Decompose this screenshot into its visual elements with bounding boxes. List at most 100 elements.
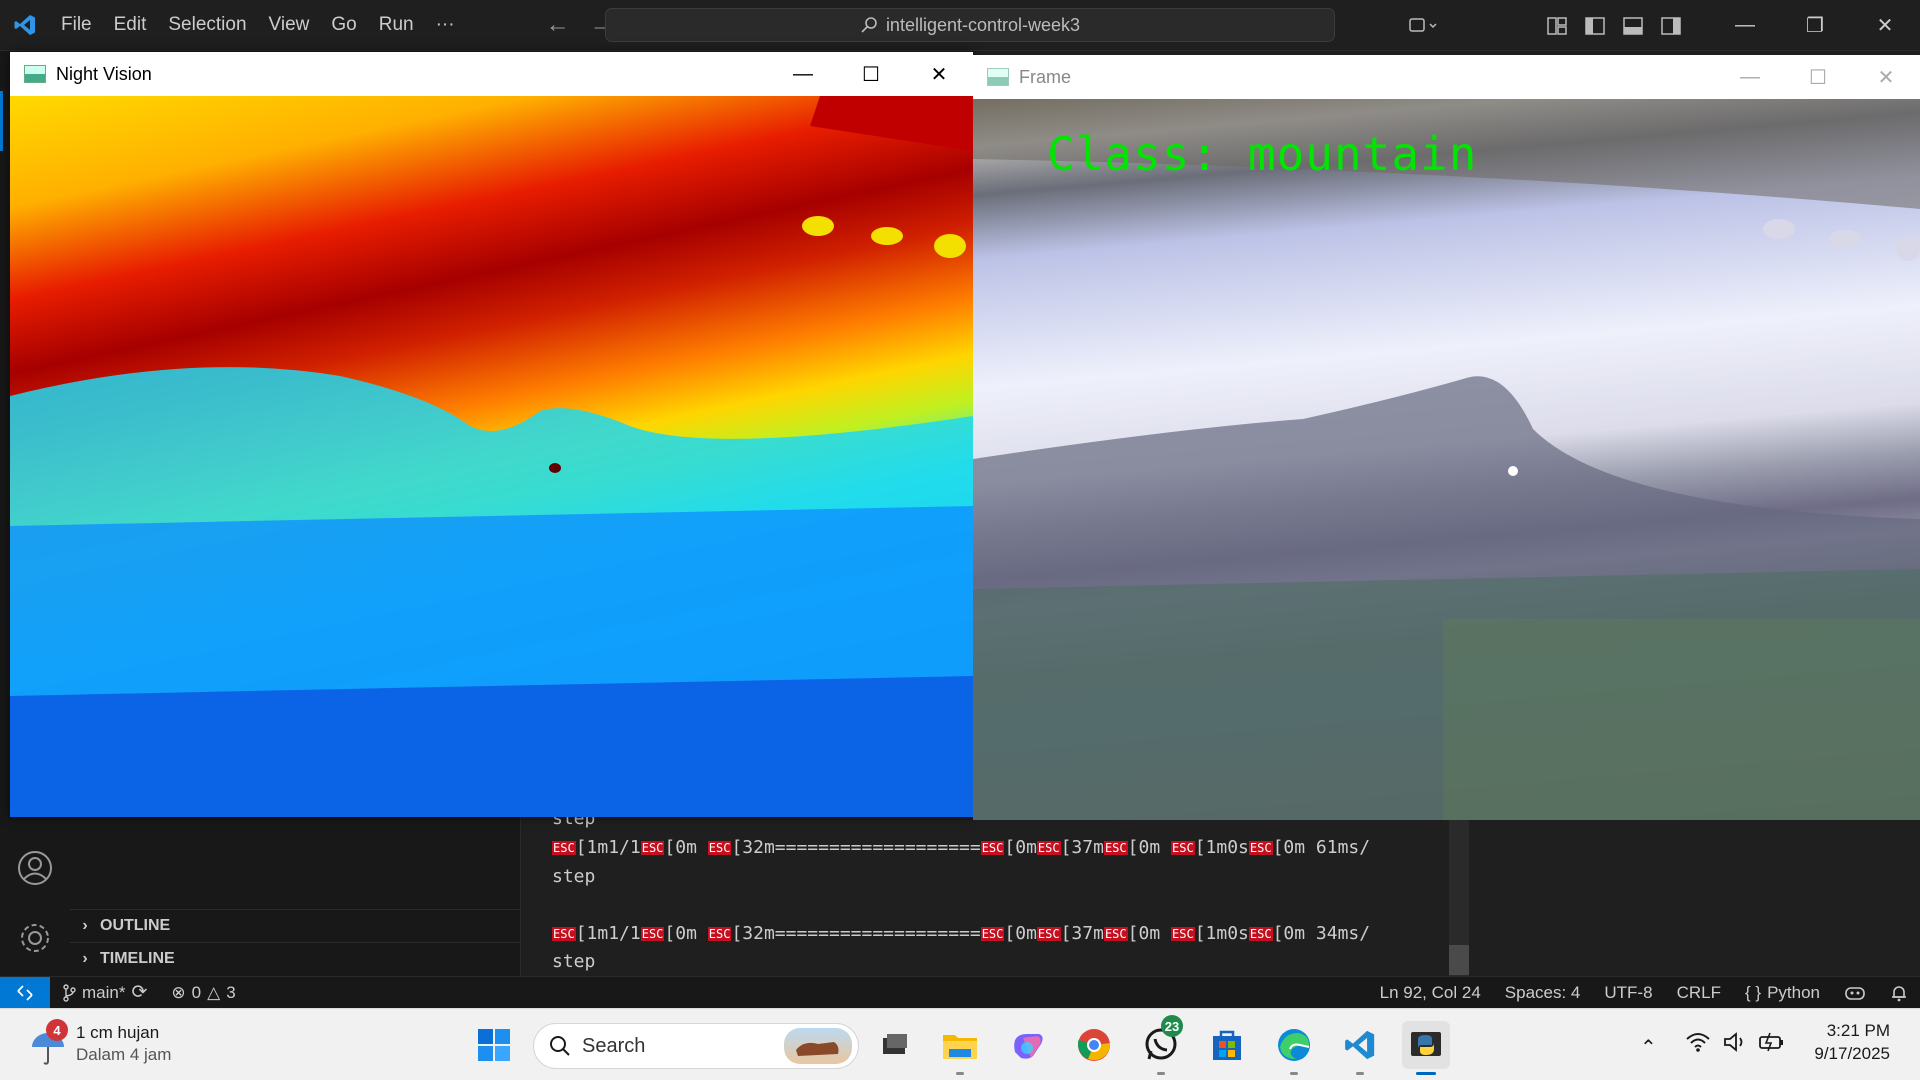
close-button[interactable]: ✕ <box>1852 55 1920 99</box>
terminal-text: [1m1/1 <box>575 923 641 944</box>
language-mode[interactable]: { } Python <box>1733 977 1832 1009</box>
branch-name: main* <box>82 982 126 1002</box>
frame-titlebar[interactable]: Frame — ☐ ✕ <box>973 55 1920 99</box>
terminal-scrollbar-thumb[interactable] <box>1449 945 1469 975</box>
search-placeholder: Search <box>582 1034 646 1057</box>
running-indicator <box>1157 1072 1165 1075</box>
esc-marker: ESC <box>1103 927 1128 941</box>
remote-indicator-icon[interactable] <box>0 976 50 1009</box>
restore-button[interactable]: ❐ <box>1780 0 1850 51</box>
braces-icon: { } <box>1744 983 1762 1002</box>
frame-title: Frame <box>1019 66 1072 87</box>
sync-icon[interactable]: ⟳ <box>131 981 147 1004</box>
notifications-bell-icon[interactable] <box>1878 977 1920 1009</box>
terminal-text: [0m 61ms/ <box>1272 837 1371 858</box>
whatsapp-badge: 23 <box>1161 1015 1183 1037</box>
menu-edit[interactable]: Edit <box>103 0 158 51</box>
start-button[interactable] <box>470 1021 518 1069</box>
running-indicator <box>1290 1072 1298 1075</box>
error-icon: ⊗ <box>171 982 186 1002</box>
cursor-position[interactable]: Ln 92, Col 24 <box>1368 977 1493 1009</box>
esc-marker: ESC <box>640 927 665 941</box>
terminal-line: step <box>552 866 596 887</box>
system-clock[interactable]: 3:21 PM 9/17/2025 <box>1814 1019 1890 1065</box>
night-vision-title: Night Vision <box>56 63 152 84</box>
close-button[interactable]: ✕ <box>905 52 973 96</box>
window-app-icon <box>24 65 46 83</box>
accounts-icon[interactable] <box>16 849 54 892</box>
clock-date: 9/17/2025 <box>1814 1044 1890 1063</box>
toggle-primary-sidebar-icon[interactable] <box>1576 0 1614 51</box>
menu-view[interactable]: View <box>258 0 321 51</box>
error-count: 0 <box>191 982 202 1002</box>
command-center-search[interactable]: intelligent-control-week3 <box>605 8 1335 42</box>
taskbar: 4 1 cm hujan Dalam 4 jam Search 23 ⌃ 3:2… <box>0 1008 1920 1080</box>
terminal-text: [1m0s <box>1194 923 1249 944</box>
terminal-text: [0m 34ms/ <box>1272 923 1371 944</box>
terminal-text: [0m <box>1004 837 1037 858</box>
menu-selection[interactable]: Selection <box>157 0 257 51</box>
terminal-text: [32m=================== <box>731 837 981 858</box>
minimize-button[interactable]: — <box>1716 55 1784 99</box>
class-label: Class: mountain <box>1047 127 1478 181</box>
menu-go[interactable]: Go <box>320 0 367 51</box>
night-vision-image <box>10 96 973 817</box>
line-ending[interactable]: CRLF <box>1665 977 1733 1009</box>
copilot-icon[interactable] <box>1393 0 1453 51</box>
menu-run[interactable]: Run <box>368 0 425 51</box>
chevron-up-icon[interactable]: ⌃ <box>1640 1035 1657 1060</box>
copilot-app-icon[interactable] <box>1004 1021 1052 1069</box>
terminal-text: [0m <box>664 923 708 944</box>
esc-marker: ESC <box>1171 841 1195 855</box>
settings-gear-icon[interactable] <box>16 919 54 962</box>
language-label: Python <box>1767 983 1820 1002</box>
running-indicator <box>1356 1072 1364 1075</box>
section-outline[interactable]: › OUTLINE <box>70 909 521 941</box>
esc-marker: ESC <box>980 841 1005 855</box>
python-taskbar-icon[interactable] <box>1402 1021 1450 1075</box>
problems-indicator[interactable]: ⊗ 0 △ 3 <box>159 977 247 1009</box>
minimize-button[interactable]: — <box>769 52 837 96</box>
weather-widget[interactable]: 4 1 cm hujan Dalam 4 jam <box>22 1019 222 1069</box>
menu-file[interactable]: File <box>50 0 103 51</box>
chrome-icon[interactable] <box>1070 1021 1118 1069</box>
active-app-indicator <box>1416 1072 1436 1075</box>
indentation[interactable]: Spaces: 4 <box>1493 977 1593 1009</box>
night-vision-titlebar[interactable]: Night Vision — ☐ ✕ <box>10 52 973 96</box>
edge-icon[interactable] <box>1270 1021 1318 1075</box>
wifi-icon[interactable] <box>1685 1031 1711 1058</box>
vscode-taskbar-icon[interactable] <box>1336 1021 1384 1075</box>
night-vision-window[interactable]: Night Vision — ☐ ✕ <box>10 52 973 817</box>
terminal-line: step <box>552 951 596 972</box>
menu-more[interactable]: ··· <box>425 0 466 51</box>
task-view-icon[interactable] <box>870 1021 918 1069</box>
status-bar: main* ⟳ ⊗ 0 △ 3 Ln 92, Col 24 Spaces: 4 … <box>0 976 1920 1009</box>
section-timeline[interactable]: › TIMELINE <box>70 942 521 974</box>
back-arrow-icon[interactable]: ← <box>536 11 580 39</box>
weather-line2: Dalam 4 jam <box>76 1045 172 1064</box>
toggle-secondary-sidebar-icon[interactable] <box>1652 0 1690 51</box>
maximize-button[interactable]: ☐ <box>837 52 905 96</box>
taskbar-search[interactable]: Search <box>533 1023 859 1069</box>
esc-marker: ESC <box>980 927 1005 941</box>
microsoft-store-icon[interactable] <box>1203 1021 1251 1069</box>
battery-icon[interactable] <box>1758 1031 1786 1058</box>
clock-time: 3:21 PM <box>1826 1021 1890 1040</box>
encoding[interactable]: UTF-8 <box>1592 977 1664 1009</box>
copilot-status-icon[interactable] <box>1832 977 1878 1009</box>
file-explorer-icon[interactable] <box>936 1021 984 1075</box>
toggle-panel-icon[interactable] <box>1614 0 1652 51</box>
frame-window[interactable]: Frame — ☐ ✕ Class: mountain <box>973 55 1920 820</box>
search-icon <box>550 1036 570 1056</box>
git-branch-icon <box>63 983 76 1002</box>
git-branch[interactable]: main* ⟳ <box>50 977 159 1009</box>
maximize-button[interactable]: ☐ <box>1784 55 1852 99</box>
close-button[interactable]: ✕ <box>1850 0 1920 51</box>
terminal-text: [1m1/1 <box>575 837 641 858</box>
volume-icon[interactable] <box>1722 1031 1748 1058</box>
whatsapp-icon[interactable]: 23 <box>1137 1015 1185 1075</box>
search-icon <box>861 17 877 33</box>
customize-layout-icon[interactable] <box>1538 0 1576 51</box>
esc-marker: ESC <box>707 927 732 941</box>
minimize-button[interactable]: — <box>1710 0 1780 51</box>
